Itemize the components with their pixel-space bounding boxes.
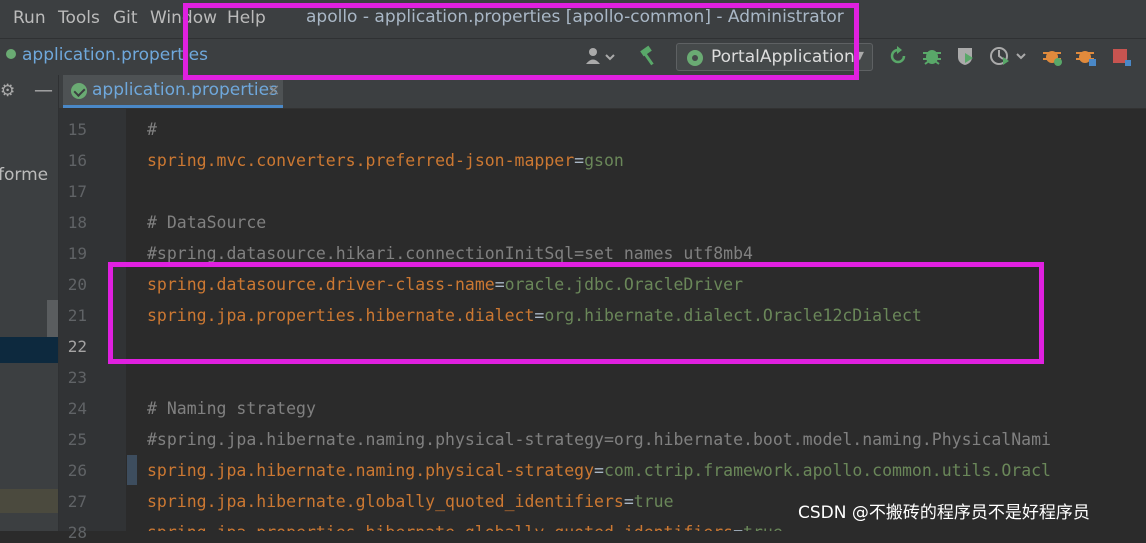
code-line[interactable]: # bbox=[147, 120, 157, 140]
project-tree-item[interactable]: forme bbox=[0, 165, 48, 185]
comment-text: # bbox=[147, 120, 157, 139]
code-line[interactable]: #spring.datasource.hikari.connectionInit… bbox=[147, 244, 753, 264]
properties-file-icon bbox=[71, 83, 87, 99]
line-number[interactable]: 26 bbox=[59, 461, 87, 481]
line-number[interactable]: 25 bbox=[59, 430, 87, 450]
line-number[interactable]: 22 bbox=[59, 337, 87, 357]
property-value: com.ctrip.framework.apollo.common.utils.… bbox=[603, 461, 1051, 480]
highlight-box-title bbox=[183, 3, 859, 80]
hide-panel-icon[interactable]: — bbox=[34, 79, 53, 101]
menu-git[interactable]: Git bbox=[113, 8, 138, 28]
line-number[interactable]: 19 bbox=[59, 244, 87, 264]
code-line[interactable]: # DataSource bbox=[147, 213, 266, 233]
property-value: gson bbox=[584, 151, 624, 170]
breadcrumb-file[interactable]: application.properties bbox=[6, 45, 208, 65]
menu-tools[interactable]: Tools bbox=[58, 8, 100, 28]
attach-icon[interactable] bbox=[1041, 45, 1063, 67]
watermark: CSDN @不搬砖的程序员不是好程序员 bbox=[798, 503, 1090, 523]
line-number[interactable]: 23 bbox=[59, 368, 87, 388]
property-value: true bbox=[633, 492, 674, 511]
equals-sign: = bbox=[574, 151, 585, 170]
code-line[interactable]: #spring.jpa.hibernate.naming.physical-st… bbox=[147, 430, 1051, 450]
equals-sign: = bbox=[623, 492, 634, 511]
property-key: spring.jpa.properties.hibernate.globally… bbox=[147, 523, 733, 531]
code-line[interactable]: spring.jpa.hibernate.naming.physical-str… bbox=[147, 461, 1051, 481]
editor-tab-bar: application.properties × bbox=[59, 75, 1146, 109]
line-number[interactable]: 15 bbox=[59, 120, 87, 140]
line-number[interactable]: 18 bbox=[59, 213, 87, 233]
code-line[interactable]: spring.mvc.converters.preferred-json-map… bbox=[147, 151, 624, 171]
build-icon[interactable] bbox=[1075, 45, 1097, 67]
comment-text: # Naming strategy bbox=[147, 399, 316, 418]
breadcrumb-file-label: application.properties bbox=[22, 45, 208, 65]
comment-text: #spring.datasource.hikari.connectionInit… bbox=[147, 244, 753, 263]
line-number[interactable]: 17 bbox=[59, 182, 87, 202]
tab-label: application.properties bbox=[92, 80, 278, 100]
vcs-change-marker[interactable] bbox=[127, 455, 137, 485]
stop-icon[interactable] bbox=[1110, 45, 1132, 67]
line-number[interactable]: 16 bbox=[59, 151, 87, 171]
property-key: spring.jpa.hibernate.globally_quoted_ide… bbox=[147, 492, 624, 511]
profile-icon[interactable] bbox=[989, 45, 1027, 67]
highlighted-tree-row[interactable] bbox=[0, 489, 58, 513]
selected-tree-row[interactable] bbox=[0, 337, 58, 363]
property-key: spring.mvc.converters.preferred-json-map… bbox=[147, 151, 575, 170]
comment-text: # DataSource bbox=[147, 213, 267, 232]
panel-scrollbar[interactable] bbox=[47, 300, 58, 342]
line-number[interactable]: 28 bbox=[59, 523, 87, 543]
line-number[interactable]: 21 bbox=[59, 306, 87, 326]
line-number[interactable]: 20 bbox=[59, 275, 87, 295]
property-value: true bbox=[743, 523, 783, 531]
properties-file-icon bbox=[6, 49, 16, 59]
equals-sign: = bbox=[594, 461, 604, 480]
equals-sign: = bbox=[733, 523, 743, 531]
highlight-box-datasource bbox=[108, 262, 1044, 364]
debug-icon[interactable] bbox=[921, 45, 943, 67]
gear-icon[interactable]: ⚙ bbox=[0, 81, 15, 101]
line-number[interactable]: 24 bbox=[59, 399, 87, 419]
coverage-icon[interactable] bbox=[955, 45, 977, 67]
line-number[interactable]: 27 bbox=[59, 492, 87, 512]
code-line[interactable]: # Naming strategy bbox=[147, 399, 316, 419]
rerun-icon[interactable] bbox=[887, 45, 909, 67]
code-line[interactable]: spring.jpa.properties.hibernate.globally… bbox=[147, 523, 783, 531]
code-line[interactable]: spring.jpa.hibernate.globally_quoted_ide… bbox=[147, 492, 674, 512]
menu-run[interactable]: Run bbox=[13, 8, 46, 28]
close-icon[interactable]: × bbox=[267, 80, 280, 99]
property-key: spring.jpa.hibernate.naming.physical-str… bbox=[147, 461, 595, 480]
project-tool-window: ⚙ — forme bbox=[0, 75, 59, 531]
comment-text: #spring.jpa.hibernate.naming.physical-st… bbox=[147, 430, 1051, 449]
